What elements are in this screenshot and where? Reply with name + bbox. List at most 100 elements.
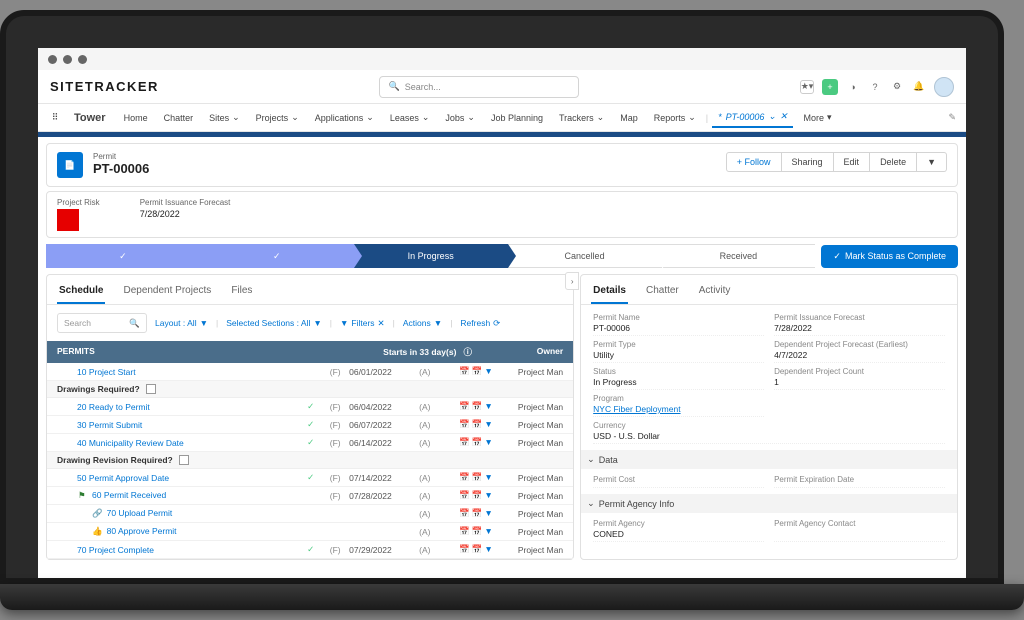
calendar-icon[interactable]: 📅 bbox=[472, 401, 483, 412]
field-label: Dependent Project Forecast (Earliest) bbox=[774, 340, 945, 349]
actions-dropdown[interactable]: Actions ▼ bbox=[403, 318, 442, 328]
tab-dependent-projects[interactable]: Dependent Projects bbox=[121, 281, 213, 304]
refresh-button[interactable]: Refresh ⟳ bbox=[460, 318, 500, 329]
nav-map[interactable]: Map bbox=[614, 113, 644, 123]
settings-icon[interactable]: ⚙ bbox=[890, 80, 904, 94]
chevron-down-icon[interactable]: ▼ bbox=[484, 366, 492, 377]
activity-link[interactable]: ⚑60 Permit Received bbox=[57, 490, 307, 501]
nav-job-planning[interactable]: Job Planning bbox=[485, 113, 549, 123]
tab-details[interactable]: Details bbox=[591, 281, 628, 304]
user-avatar[interactable] bbox=[934, 77, 954, 97]
calendar-icon[interactable]: 📅 bbox=[459, 508, 470, 519]
notification-icon[interactable]: 🔔 bbox=[912, 80, 926, 94]
calendar-icon[interactable]: 📅 bbox=[459, 366, 470, 377]
collapse-panel-button[interactable]: › bbox=[565, 272, 579, 290]
activity-link[interactable]: 10 Project Start bbox=[57, 367, 307, 377]
chevron-down-icon[interactable]: ▼ bbox=[484, 437, 492, 448]
section-checkbox[interactable] bbox=[146, 384, 156, 394]
check-icon: ✓ bbox=[307, 472, 321, 483]
follow-button[interactable]: + Follow bbox=[726, 152, 782, 172]
edit-button[interactable]: Edit bbox=[834, 152, 871, 172]
chevron-down-icon[interactable]: ▼ bbox=[484, 419, 492, 430]
nav-projects[interactable]: Projects ⌄ bbox=[250, 112, 305, 123]
path-stage-2[interactable]: ✓ bbox=[200, 244, 354, 268]
table-row: 30 Permit Submit✓(F)06/07/2022(A)📅📅▼Proj… bbox=[47, 416, 573, 434]
calendar-icon[interactable]: 📅 bbox=[459, 544, 470, 555]
activity-link[interactable]: 40 Municipality Review Date bbox=[57, 438, 307, 448]
highlights-panel: Project Risk Permit Issuance Forecast 7/… bbox=[46, 191, 958, 238]
calendar-icon[interactable]: 📅 bbox=[459, 401, 470, 412]
nav-applications[interactable]: Applications ⌄ bbox=[309, 112, 380, 123]
sections-dropdown[interactable]: Selected Sections : All ▼ bbox=[226, 318, 322, 328]
tab-activity[interactable]: Activity bbox=[697, 281, 733, 304]
activity-link[interactable]: 🔗70 Upload Permit bbox=[57, 508, 307, 519]
global-search-input[interactable]: 🔍 Search... bbox=[379, 76, 579, 98]
path-stage-received[interactable]: Received bbox=[662, 244, 816, 268]
nav-jobs[interactable]: Jobs ⌄ bbox=[439, 112, 481, 123]
filters-button[interactable]: ▼ Filters ✕ bbox=[340, 318, 385, 329]
more-actions-button[interactable]: ▼ bbox=[917, 152, 947, 172]
calendar-icon[interactable]: 📅 bbox=[459, 526, 470, 537]
app-launcher-icon[interactable]: ⠿ bbox=[48, 111, 62, 125]
chevron-down-icon[interactable]: ▼ bbox=[484, 508, 492, 519]
activity-link[interactable]: 👍80 Approve Permit bbox=[57, 526, 307, 537]
calendar-icon[interactable]: 📅 bbox=[472, 508, 483, 519]
search-icon: 🔍 bbox=[129, 318, 140, 329]
calendar-icon[interactable]: 📅 bbox=[459, 472, 470, 483]
close-icon[interactable]: ✕ bbox=[780, 111, 788, 122]
layout-dropdown[interactable]: Layout : All ▼ bbox=[155, 318, 208, 328]
chevron-down-icon[interactable]: ▼ bbox=[484, 401, 492, 412]
calendar-icon[interactable]: 📅 bbox=[459, 490, 470, 501]
trail-icon[interactable]: ◑ bbox=[846, 80, 860, 94]
tab-schedule[interactable]: Schedule bbox=[57, 281, 105, 304]
schedule-search-input[interactable]: Search🔍 bbox=[57, 313, 147, 333]
path-stage-in-progress[interactable]: In Progress bbox=[354, 244, 508, 268]
section-data[interactable]: ⌄Data bbox=[581, 450, 957, 469]
add-icon[interactable]: + bbox=[822, 79, 838, 95]
section-label: Drawing Revision Required? bbox=[57, 455, 173, 465]
tab-files[interactable]: Files bbox=[229, 281, 254, 304]
filter-icon: ▼ bbox=[340, 318, 348, 328]
calendar-icon[interactable]: 📅 bbox=[472, 490, 483, 501]
calendar-icon[interactable]: 📅 bbox=[472, 437, 483, 448]
calendar-icon[interactable]: 📅 bbox=[459, 437, 470, 448]
help-icon[interactable]: ? bbox=[868, 80, 882, 94]
calendar-icon[interactable]: 📅 bbox=[472, 366, 483, 377]
chevron-down-icon[interactable]: ▼ bbox=[484, 526, 492, 537]
calendar-icon[interactable]: 📅 bbox=[472, 544, 483, 555]
section-header[interactable]: Drawing Revision Required? bbox=[47, 452, 573, 469]
mark-complete-button[interactable]: ✓ Mark Status as Complete bbox=[821, 245, 958, 268]
section-header[interactable]: Drawings Required? bbox=[47, 381, 573, 398]
field-label: Permit Name bbox=[593, 313, 764, 322]
nav-trackers[interactable]: Trackers ⌄ bbox=[553, 112, 610, 123]
delete-button[interactable]: Delete bbox=[870, 152, 917, 172]
open-tab[interactable]: *PT-00006 ⌄ ✕ bbox=[712, 107, 793, 128]
nav-leases[interactable]: Leases ⌄ bbox=[384, 112, 436, 123]
section-agency[interactable]: ⌄Permit Agency Info bbox=[581, 494, 957, 513]
calendar-icon[interactable]: 📅 bbox=[459, 419, 470, 430]
chevron-down-icon[interactable]: ▼ bbox=[484, 472, 492, 483]
path-stage-cancelled[interactable]: Cancelled bbox=[508, 244, 662, 268]
activity-link[interactable]: 50 Permit Approval Date bbox=[57, 473, 307, 483]
sharing-button[interactable]: Sharing bbox=[782, 152, 834, 172]
field-value: 1 bbox=[774, 377, 945, 387]
chevron-down-icon[interactable]: ▼ bbox=[484, 490, 492, 501]
edit-nav-icon[interactable]: ✎ bbox=[948, 112, 956, 123]
favorite-icon[interactable]: ★▾ bbox=[800, 80, 814, 94]
calendar-icon[interactable]: 📅 bbox=[472, 526, 483, 537]
nav-more[interactable]: More ▾ bbox=[797, 112, 837, 123]
chevron-down-icon[interactable]: ▼ bbox=[484, 544, 492, 555]
nav-sites[interactable]: Sites ⌄ bbox=[203, 112, 246, 123]
tab-chatter[interactable]: Chatter bbox=[644, 281, 681, 304]
field-value-link[interactable]: NYC Fiber Deployment bbox=[593, 404, 764, 414]
section-checkbox[interactable] bbox=[179, 455, 189, 465]
nav-chatter[interactable]: Chatter bbox=[158, 113, 200, 123]
activity-link[interactable]: 30 Permit Submit bbox=[57, 420, 307, 430]
calendar-icon[interactable]: 📅 bbox=[472, 472, 483, 483]
calendar-icon[interactable]: 📅 bbox=[472, 419, 483, 430]
nav-reports[interactable]: Reports ⌄ bbox=[648, 112, 702, 123]
path-stage-1[interactable]: ✓ bbox=[46, 244, 200, 268]
activity-link[interactable]: 20 Ready to Permit bbox=[57, 402, 307, 412]
nav-home[interactable]: Home bbox=[118, 113, 154, 123]
activity-link[interactable]: 70 Project Complete bbox=[57, 545, 307, 555]
